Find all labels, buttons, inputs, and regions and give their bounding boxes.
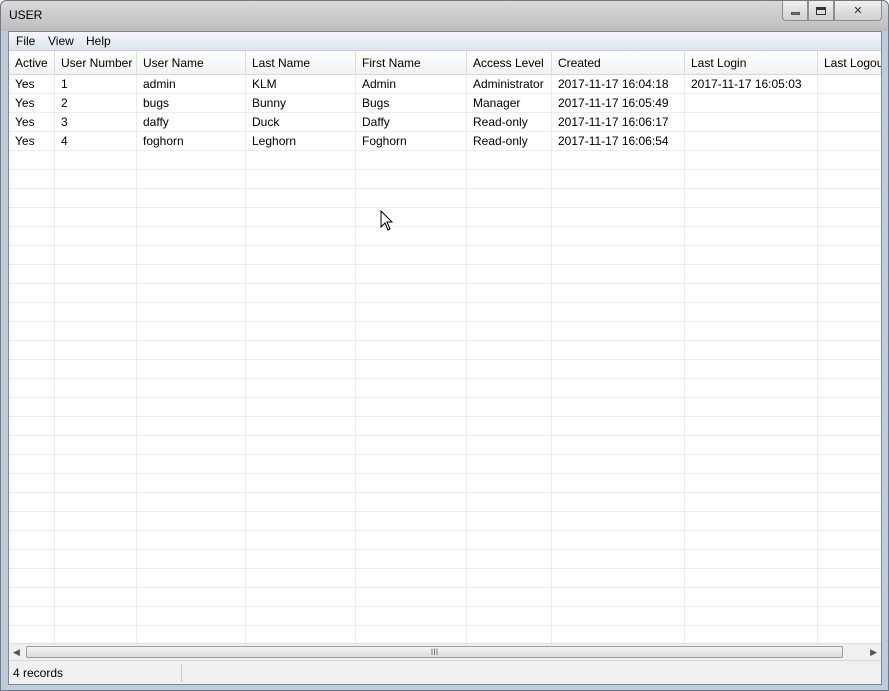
cell-last-logout	[818, 75, 881, 94]
grid-row-line	[9, 397, 881, 398]
grid-row-line	[9, 169, 881, 170]
close-icon: ✕	[853, 5, 863, 17]
cell-active: Yes	[15, 96, 35, 110]
grid-row-line	[9, 226, 881, 227]
grid-row-line	[9, 245, 881, 246]
table-row[interactable]: Yes 2 bugs Bunny Bugs Manager 2017-11-17 16:05…	[9, 94, 881, 113]
grid-row-line	[9, 568, 881, 569]
title-bar[interactable]: USER ✕	[1, 1, 888, 31]
cell-last-name: KLM	[252, 77, 277, 91]
cell-last-logout	[818, 132, 881, 151]
table-header: Active User Number User Name Last Name First…	[9, 51, 881, 75]
cell-active: Yes	[15, 115, 35, 129]
cell-last-name: Duck	[252, 115, 280, 129]
grid-row-line	[9, 359, 881, 360]
header-col-access-level[interactable]: Access Level	[467, 51, 552, 75]
grid-row-line	[9, 549, 881, 550]
client-area: File View Help Active User Number User Nam…	[8, 31, 882, 685]
header-col-active[interactable]: Active	[9, 51, 55, 75]
header-col-last-logout[interactable]: Last Logout	[818, 51, 881, 75]
grid-row-line	[9, 511, 881, 512]
horizontal-scrollbar[interactable]: ◀ III ▶	[9, 643, 881, 660]
scroll-right-icon[interactable]: ▶	[870, 647, 877, 658]
user-window: USER ✕ File View Help Active User Number U…	[0, 0, 889, 691]
header-col-last-name[interactable]: Last Name	[246, 51, 356, 75]
cell-last-login	[685, 113, 818, 132]
cell-first-name: Admin	[362, 77, 397, 91]
cell-access-level: Read-only	[473, 134, 528, 148]
status-divider	[181, 664, 182, 682]
cell-last-logout	[818, 113, 881, 132]
menu-bar: File View Help	[9, 32, 881, 51]
menu-file[interactable]: File	[13, 34, 38, 48]
table-row[interactable]: Yes 4 foghorn Leghorn Foghorn Read-only 2017-1…	[9, 132, 881, 151]
cell-access-level: Read-only	[473, 115, 528, 129]
table-row[interactable]: Yes 1 admin KLM Admin Administrator 2017-11-17…	[9, 75, 881, 94]
record-count: 4 records	[13, 666, 64, 680]
minimize-button[interactable]	[782, 1, 808, 21]
cell-created: 2017-11-17 16:04:18	[558, 77, 669, 91]
cell-created: 2017-11-17 16:06:54	[558, 134, 669, 148]
maximize-icon	[816, 6, 826, 15]
header-col-user-name[interactable]: User Name	[137, 51, 246, 75]
header-col-created[interactable]: Created	[552, 51, 685, 75]
cell-user-name: bugs	[143, 96, 170, 110]
grid-row-line	[9, 625, 881, 626]
grid-row-line	[9, 530, 881, 531]
maximize-button[interactable]	[808, 1, 834, 21]
menu-help[interactable]: Help	[83, 34, 114, 48]
status-bar: 4 records	[9, 660, 881, 684]
cell-user-number: 1	[61, 77, 68, 91]
grid-row-line	[9, 435, 881, 436]
grid-row-line	[9, 492, 881, 493]
cell-user-name: daffy	[143, 115, 169, 129]
cell-first-name: Daffy	[362, 115, 390, 129]
cell-last-name: Leghorn	[252, 134, 297, 148]
grid-row-line	[9, 378, 881, 379]
header-col-last-login[interactable]: Last Login	[685, 51, 818, 75]
cell-last-login: 2017-11-17 16:05:03	[691, 77, 802, 91]
cell-user-number: 2	[61, 96, 68, 110]
cell-access-level: Administrator	[473, 77, 544, 91]
grid-row-line	[9, 454, 881, 455]
mouse-cursor-icon	[380, 210, 394, 231]
cell-user-number: 3	[61, 115, 68, 129]
cell-active: Yes	[15, 134, 35, 148]
grid-row-line	[9, 321, 881, 322]
grid-row-line	[9, 473, 881, 474]
window-title: USER	[9, 8, 43, 22]
cell-user-name: foghorn	[143, 134, 184, 148]
grid-row-line	[9, 587, 881, 588]
menu-view[interactable]: View	[45, 34, 77, 48]
grid-row-line	[9, 606, 881, 607]
grid-row-line	[9, 264, 881, 265]
cell-created: 2017-11-17 16:05:49	[558, 96, 669, 110]
cell-last-name: Bunny	[252, 96, 287, 110]
cell-last-login	[685, 94, 818, 113]
grid-row-line	[9, 283, 881, 284]
scroll-thumb[interactable]: III	[26, 646, 843, 658]
cell-user-name: admin	[143, 77, 176, 91]
header-col-user-number[interactable]: User Number	[55, 51, 137, 75]
cell-last-login	[685, 132, 818, 151]
close-button[interactable]: ✕	[834, 1, 882, 21]
header-col-first-name[interactable]: First Name	[356, 51, 467, 75]
scroll-grip-icon: III	[430, 647, 439, 657]
cell-active: Yes	[15, 77, 35, 91]
minimize-icon	[790, 12, 800, 15]
scroll-left-icon[interactable]: ◀	[13, 647, 20, 658]
cell-first-name: Bugs	[362, 96, 390, 110]
grid-row-line	[9, 340, 881, 341]
cell-last-logout	[818, 94, 881, 113]
cell-user-number: 4	[61, 134, 68, 148]
grid-row-line	[9, 188, 881, 189]
cell-access-level: Manager	[473, 96, 521, 110]
cell-first-name: Foghorn	[362, 134, 407, 148]
grid-row-line	[9, 416, 881, 417]
grid-row-line	[9, 302, 881, 303]
table-row[interactable]: Yes 3 daffy Duck Daffy Read-only 2017-11-17 16…	[9, 113, 881, 132]
user-table[interactable]: Active User Number User Name Last Name First…	[9, 51, 881, 643]
grid-row-line	[9, 207, 881, 208]
cell-created: 2017-11-17 16:06:17	[558, 115, 669, 129]
